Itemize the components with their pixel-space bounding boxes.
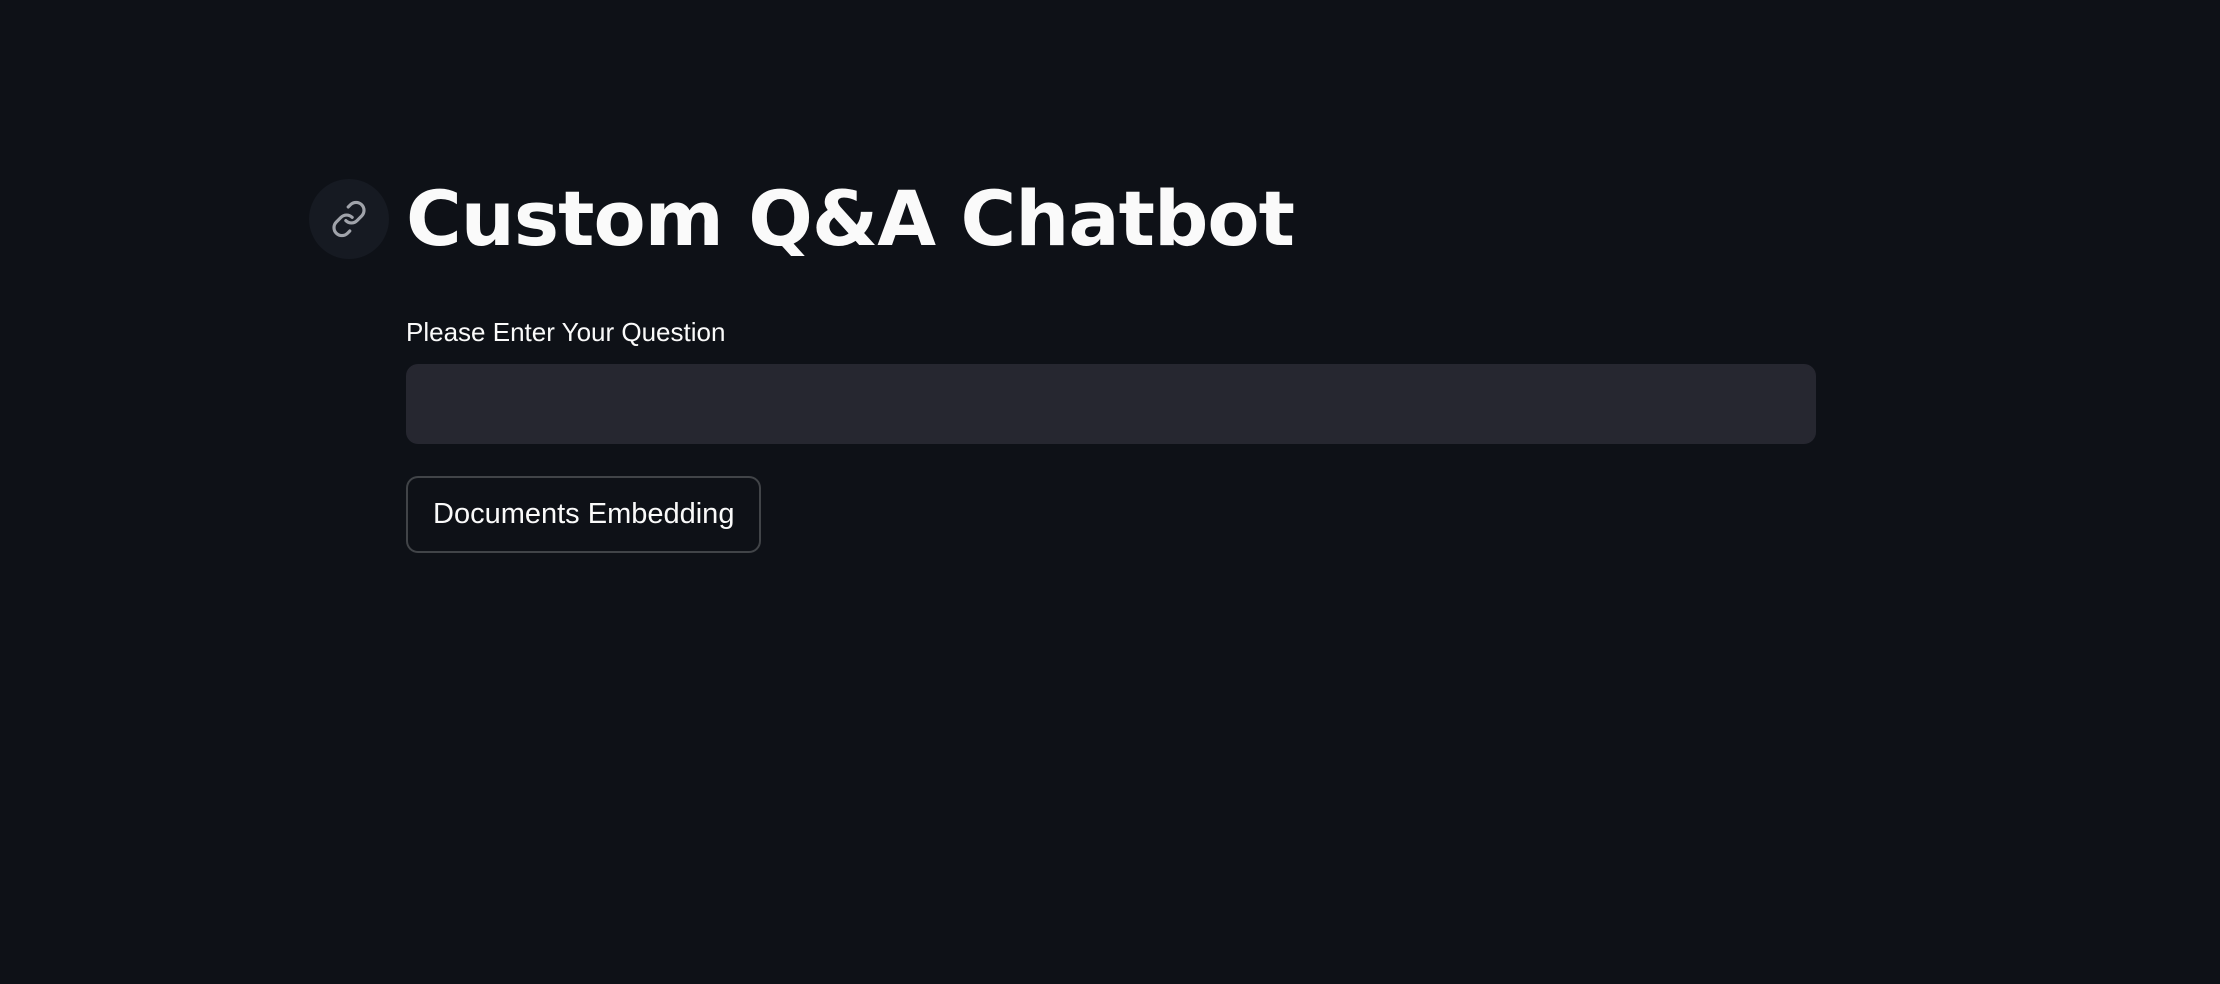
question-input[interactable] — [406, 364, 1816, 444]
app-container: Custom Q&A Chatbot Please Enter Your Que… — [0, 0, 2220, 984]
title-row: Custom Q&A Chatbot — [309, 160, 1816, 278]
question-label: Please Enter Your Question — [406, 317, 726, 347]
main-block: Custom Q&A Chatbot Please Enter Your Que… — [309, 160, 1816, 553]
page-title: Custom Q&A Chatbot — [406, 174, 1295, 263]
link-icon[interactable] — [309, 179, 389, 259]
documents-embedding-button[interactable]: Documents Embedding — [406, 476, 762, 553]
